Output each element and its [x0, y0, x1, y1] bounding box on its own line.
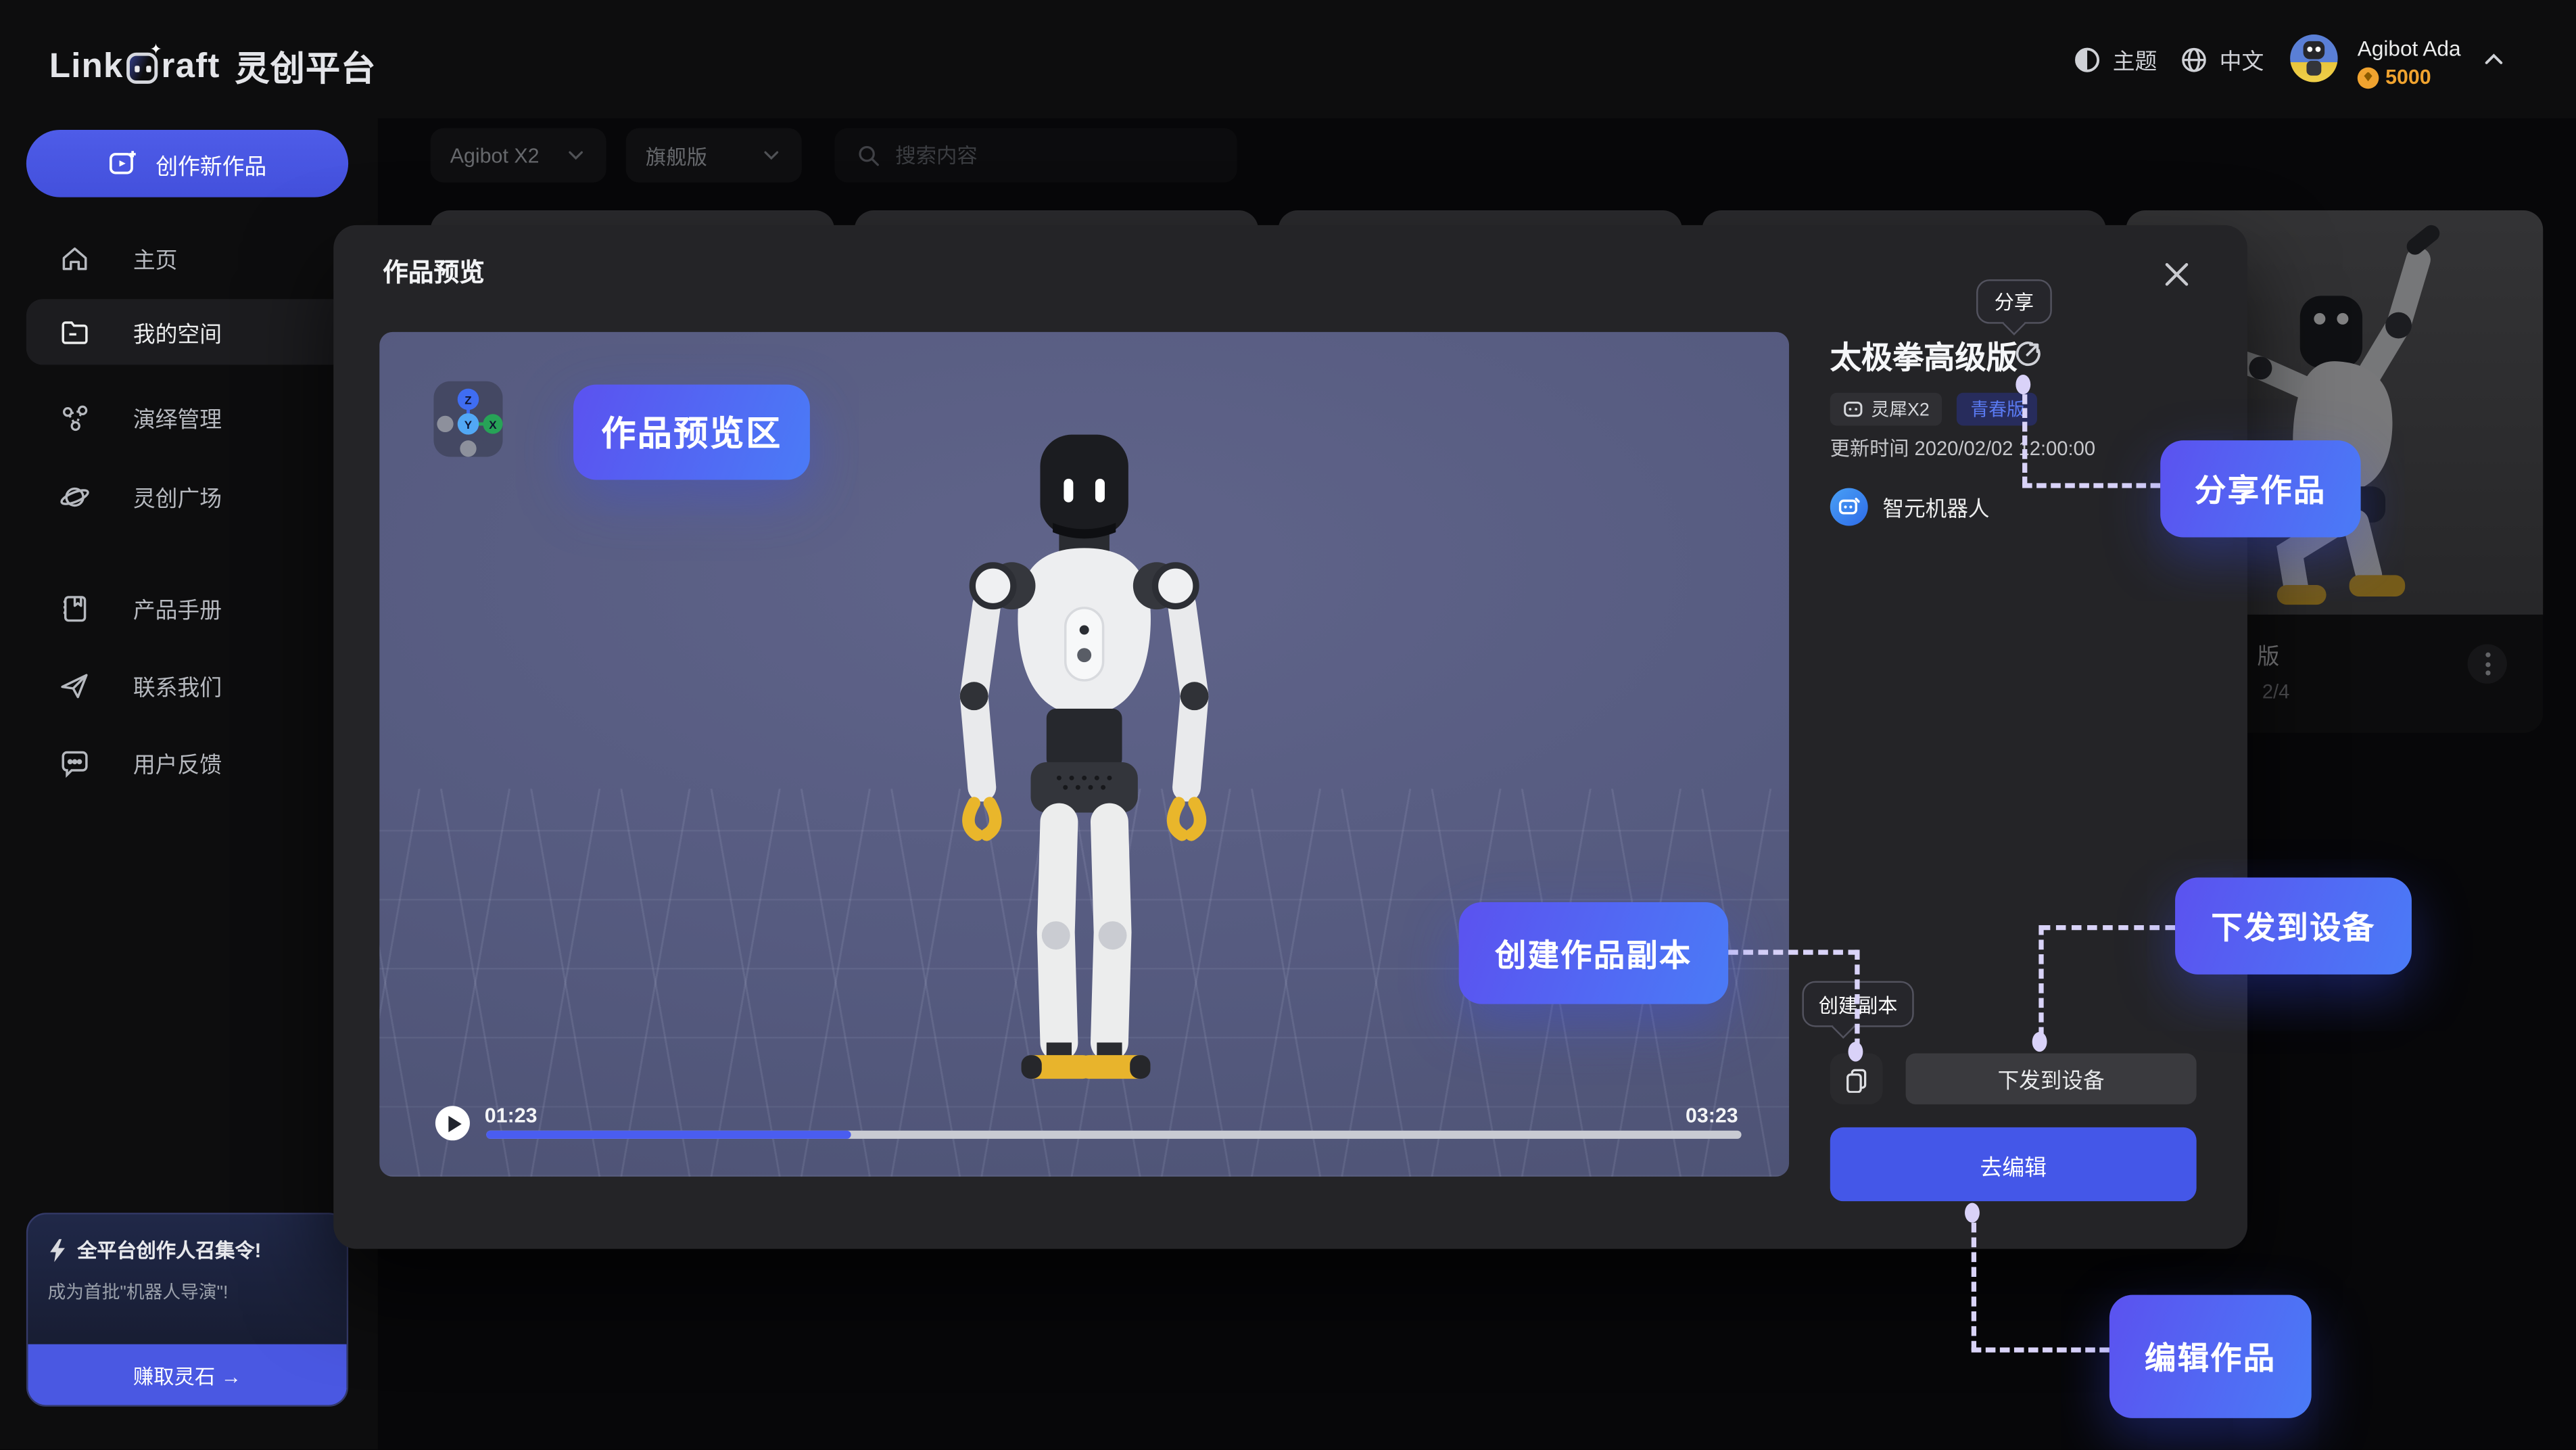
connector-line — [1855, 950, 1859, 1048]
share-tooltip: 分享 — [1976, 279, 2052, 324]
paper-plane-icon — [59, 670, 90, 701]
callout-preview-area: 作品预览区 — [573, 385, 810, 480]
theme-label: 主题 — [2113, 43, 2157, 76]
credit-balance: 5000 — [2358, 66, 2431, 89]
language-label: 中文 — [2220, 43, 2264, 76]
sidebar-item-contact[interactable]: 联系我们 — [26, 655, 348, 714]
play-button[interactable] — [435, 1106, 470, 1140]
updated-time: 更新时间 2020/02/02 12:00:00 — [1830, 434, 2095, 461]
connector-line — [2022, 394, 2027, 486]
share-nodes-icon — [59, 402, 90, 433]
deploy-button[interactable]: 下发到设备 — [1906, 1054, 2197, 1104]
model-tag-label: 灵犀X2 — [1871, 396, 1930, 423]
credit-amount: 5000 — [2385, 66, 2431, 89]
model-tag: 灵犀X2 — [1830, 393, 1942, 426]
work-tags: 灵犀X2 青春版 — [1830, 393, 2038, 426]
svg-text:X: X — [489, 419, 497, 431]
earn-credits-button[interactable]: 赚取灵石 → — [28, 1344, 346, 1405]
robot-face-icon — [1838, 496, 1860, 518]
logo-suffix: 灵创平台 — [235, 43, 376, 92]
sidebar-item-manual[interactable]: 产品手册 — [26, 578, 348, 637]
robot-face-logo-icon — [127, 52, 158, 83]
user-avatar[interactable] — [2290, 34, 2337, 82]
avatar-robot-image — [2300, 41, 2328, 77]
sidebar-item-plaza[interactable]: 灵创广场 — [26, 467, 348, 525]
user-name: Agibot Ada — [2358, 36, 2461, 60]
svg-text:Y: Y — [464, 419, 473, 431]
promo-title: 全平台创作人召集令! — [77, 1236, 261, 1263]
sidebar-item-performance[interactable]: 演绎管理 — [26, 388, 348, 446]
create-work-label: 创作新作品 — [156, 147, 266, 180]
chevron-up-icon[interactable] — [2481, 46, 2507, 72]
promo-subtitle: 成为首批"机器人导演"! — [47, 1278, 327, 1305]
sidebar-item-label: 灵创广场 — [133, 480, 222, 513]
sidebar-item-label: 我的空间 — [133, 316, 222, 349]
chat-bubble-icon — [59, 747, 90, 778]
axis-gizmo[interactable]: Z Y X — [433, 381, 502, 457]
total-time: 03:23 — [1686, 1104, 1738, 1127]
connector-dot — [1965, 1203, 1980, 1223]
author-avatar — [1830, 488, 1868, 526]
connector-dot — [2016, 375, 2030, 394]
sidebar-item-label: 产品手册 — [133, 592, 222, 625]
connector-line — [1728, 950, 1858, 954]
home-icon — [59, 242, 90, 273]
folder-icon — [59, 317, 90, 348]
connector-line — [2038, 925, 2043, 1037]
share-icon[interactable] — [2013, 339, 2044, 370]
connector-dot — [2032, 1032, 2047, 1052]
callout-edit-work: 编辑作品 — [2109, 1295, 2312, 1418]
logo-text-post: raft — [162, 47, 220, 87]
theme-icon — [2073, 45, 2101, 73]
promo-card: 全平台创作人召集令! 成为首批"机器人导演"! 赚取灵石 → — [26, 1213, 348, 1407]
author-row[interactable]: 智元机器人 — [1830, 488, 1990, 526]
sidebar-item-label: 演绎管理 — [133, 401, 222, 434]
callout-create-copy: 创建作品副本 — [1459, 902, 1728, 1004]
planet-icon — [59, 481, 90, 512]
sidebar-item-my-space[interactable]: 我的空间 — [26, 299, 348, 365]
connector-line — [1972, 1223, 1976, 1351]
sidebar: 创作新作品 主页 我的空间 演绎管理 灵创广场 产品手册 联系我们 用户反 — [0, 118, 378, 1449]
edit-button[interactable]: 去编辑 — [1830, 1127, 2197, 1201]
author-name: 智元机器人 — [1883, 492, 1990, 523]
topbar: Link raft 灵创平台 主题 中文 Agibot Ada 5000 — [0, 0, 2576, 118]
work-title: 太极拳高级版 — [1830, 333, 2018, 378]
progress-bar[interactable] — [486, 1131, 1741, 1139]
connector-line — [2022, 483, 2160, 488]
connector-line — [2041, 925, 2175, 930]
connector-dot — [1848, 1042, 1863, 1061]
video-plus-icon — [108, 148, 139, 179]
coin-icon — [2358, 66, 2379, 88]
copy-icon — [1843, 1066, 1869, 1092]
app-logo[interactable]: Link raft 灵创平台 — [49, 43, 377, 92]
connector-line — [1972, 1347, 2109, 1352]
app-window: Agibot X2 旗舰版 — [0, 0, 2576, 1449]
sidebar-item-label: 主页 — [133, 241, 178, 275]
book-icon — [59, 592, 90, 624]
current-time: 01:23 — [485, 1104, 538, 1127]
work-preview-modal: 作品预览 Z Y X — [333, 225, 2247, 1249]
sidebar-item-feedback[interactable]: 用户反馈 — [26, 733, 348, 792]
close-icon[interactable] — [2160, 258, 2193, 291]
lightning-icon — [47, 1238, 67, 1261]
sidebar-item-home[interactable]: 主页 — [26, 229, 348, 287]
callout-deploy-device: 下发到设备 — [2175, 878, 2412, 975]
theme-toggle[interactable]: 主题 — [2073, 0, 2157, 118]
logo-text-pre: Link — [49, 47, 124, 87]
create-work-button[interactable]: 创作新作品 — [26, 130, 348, 197]
modal-title: 作品预览 — [383, 253, 485, 289]
language-switcher[interactable]: 中文 — [2180, 0, 2264, 118]
globe-icon — [2180, 45, 2208, 73]
sidebar-item-label: 联系我们 — [133, 669, 222, 702]
robot-3d-model — [895, 419, 1273, 1093]
callout-share-work: 分享作品 — [2160, 440, 2360, 537]
svg-text:Z: Z — [464, 394, 471, 407]
progress-fill — [486, 1131, 850, 1139]
sidebar-item-label: 用户反馈 — [133, 746, 222, 779]
robot-face-icon — [1843, 399, 1863, 419]
